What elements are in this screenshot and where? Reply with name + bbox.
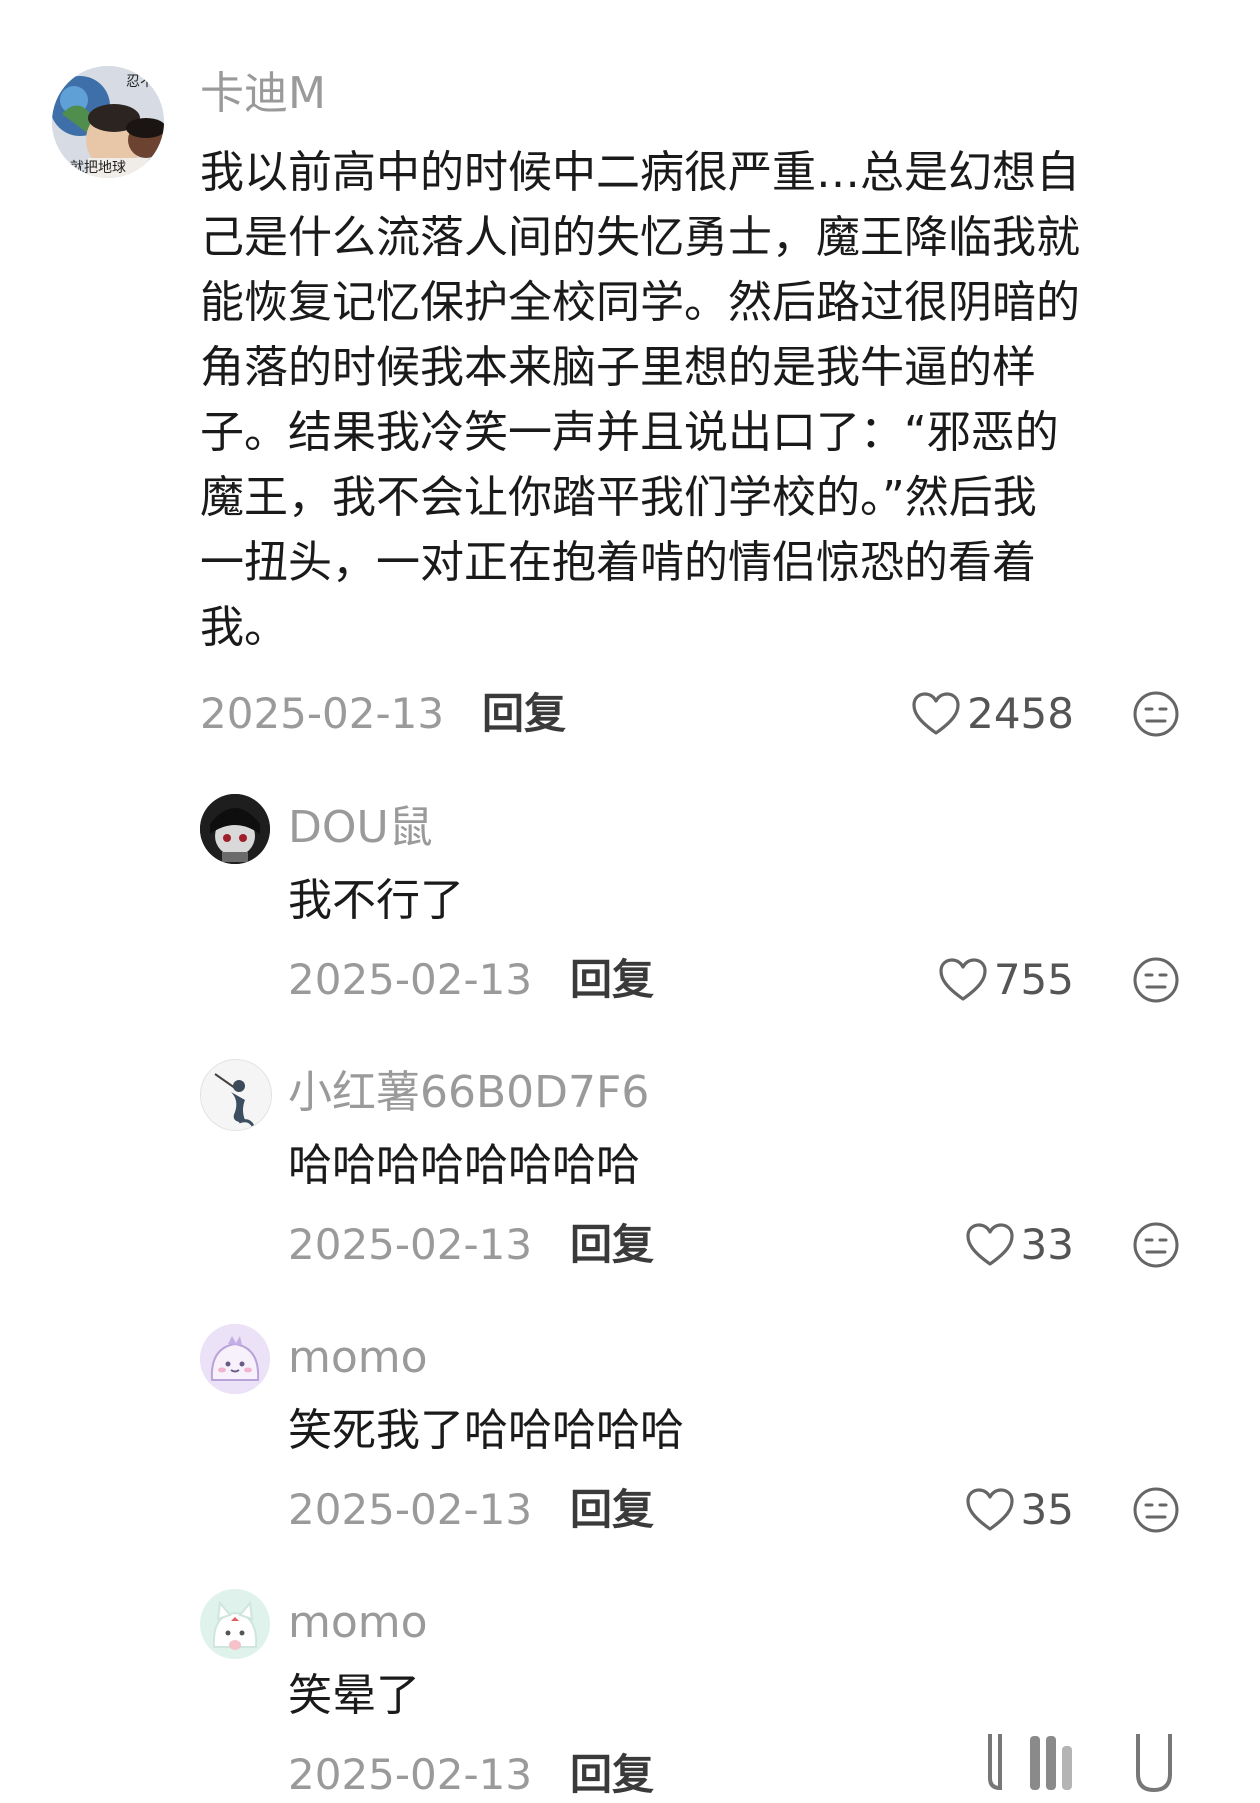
heart-outline-icon (939, 958, 987, 1001)
avatar-image (200, 1324, 270, 1394)
avatar[interactable] (200, 1589, 270, 1659)
comment-text-line: 笑晕了 (288, 1670, 420, 1721)
partial-toolbar-icon (988, 1734, 1172, 1793)
neutral-face-icon[interactable] (1132, 1486, 1180, 1534)
heart-outline-icon (912, 692, 960, 735)
reply-button[interactable]: 回复 (482, 686, 566, 742)
comment-text-line: 子。结果我冷笑一声并且说出口了：“邪恶的 (200, 407, 1059, 458)
reply-comment: DOU鼠 我不行了 2025-02-13 回复 755 (0, 780, 1260, 1020)
avatar[interactable] (200, 1324, 270, 1394)
comment-text: 笑死我了哈哈哈哈哈 (288, 1398, 684, 1463)
reply-comment: momo 笑死我了哈哈哈哈哈 2025-02-13 回复 35 (0, 1310, 1260, 1550)
avatar-image (200, 794, 270, 864)
comment-text-line: 己是什么流落人间的失忆勇士，魔王降临我就 (200, 212, 1080, 263)
like-count: 755 (993, 955, 1074, 1004)
like-button[interactable]: 35 (880, 1482, 1074, 1538)
username[interactable]: momo (288, 1595, 428, 1651)
comment-date: 2025-02-13 (288, 955, 533, 1004)
like-count: 33 (1020, 1220, 1074, 1269)
bottom-overlay-icons (960, 1728, 1200, 1798)
comment-text-line: 笑死我了哈哈哈哈哈 (288, 1405, 684, 1456)
like-count: 2458 (967, 689, 1074, 738)
neutral-face-icon[interactable] (1132, 956, 1180, 1004)
neutral-face-icon[interactable] (1132, 690, 1180, 738)
avatar[interactable]: 忍不 就把地球 (52, 66, 164, 178)
reply-button[interactable]: 回复 (570, 1217, 654, 1273)
comment-date: 2025-02-13 (288, 1750, 533, 1799)
comment-date: 2025-02-13 (200, 689, 445, 738)
comment-date: 2025-02-13 (288, 1220, 533, 1269)
avatar[interactable] (200, 794, 270, 864)
neutral-face-icon[interactable] (1132, 1221, 1180, 1269)
avatar-image (201, 1060, 271, 1130)
heart-outline-icon (965, 1223, 1014, 1266)
like-button[interactable]: 2458 (880, 686, 1074, 742)
avatar-caption: 就把地球 (70, 160, 126, 176)
username[interactable]: momo (288, 1330, 428, 1386)
comment-text: 哈哈哈哈哈哈哈哈 (288, 1133, 640, 1198)
reply-button[interactable]: 回复 (570, 952, 654, 1008)
comment-text: 我不行了 (288, 868, 464, 933)
heart-outline-icon (965, 1488, 1014, 1531)
username[interactable]: 小红薯66B0D7F6 (288, 1065, 649, 1121)
avatar-image (200, 1589, 270, 1659)
comment-text-line: 我以前高中的时候中二病很严重…总是幻想自 (200, 147, 1080, 198)
like-count: 35 (1020, 1485, 1074, 1534)
reply-comment: 小红薯66B0D7F6 哈哈哈哈哈哈哈哈 2025-02-13 回复 33 (0, 1045, 1260, 1285)
comment-text-line: 我。 (200, 602, 288, 653)
comment-text-line: 角落的时候我本来脑子里想的是我牛逼的样 (200, 342, 1036, 393)
comment-text: 我以前高中的时候中二病很严重…总是幻想自 己是什么流落人间的失忆勇士，魔王降临我… (200, 140, 1080, 660)
comment-text-line: 哈哈哈哈哈哈哈哈 (288, 1140, 640, 1191)
comment-text-line: 一扭头，一对正在抱着啃的情侣惊恐的看着 (200, 537, 1036, 588)
username[interactable]: DOU鼠 (288, 800, 433, 856)
comment-text: 笑晕了 (288, 1663, 420, 1728)
comment-text-line: 能恢复记忆保护全校同学。然后路过很阴暗的 (200, 277, 1080, 328)
like-button[interactable]: 755 (880, 952, 1074, 1008)
comment-top-level: 忍不 就把地球 卡迪M 我以前高中的时候中二病很严重…总是幻想自 己是什么流落人… (0, 0, 1260, 738)
reply-button[interactable]: 回复 (570, 1747, 654, 1803)
avatar-caption: 忍不 (126, 74, 154, 90)
comment-text-line: 魔王，我不会让你踏平我们学校的。”然后我 (200, 472, 1037, 523)
username[interactable]: 卡迪M (200, 66, 326, 122)
avatar[interactable] (200, 1059, 272, 1131)
reply-button[interactable]: 回复 (570, 1482, 654, 1538)
avatar-image: 忍不 就把地球 (52, 66, 164, 178)
like-button[interactable]: 33 (880, 1217, 1074, 1273)
comment-date: 2025-02-13 (288, 1485, 533, 1534)
comment-text-line: 我不行了 (288, 875, 464, 926)
